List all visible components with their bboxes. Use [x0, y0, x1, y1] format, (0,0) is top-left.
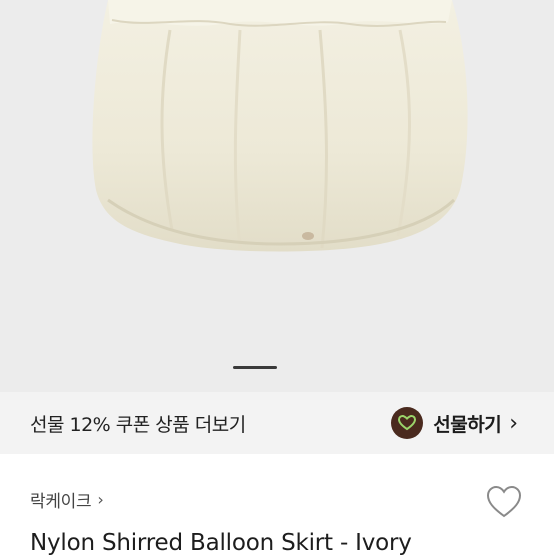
chevron-right-icon: ›: [509, 410, 518, 436]
heart-outline-icon: [486, 485, 522, 518]
store-link[interactable]: 락케이크 ›: [30, 487, 104, 512]
gift-heart-icon: [391, 407, 424, 439]
gift-coupon-bar[interactable]: 선물 12% 쿠폰 상품 더보기 선물하기 ›: [0, 392, 554, 454]
like-button[interactable]: [484, 482, 524, 522]
product-title: Nylon Shirred Balloon Skirt - Ivory: [30, 530, 412, 556]
chevron-right-icon: ›: [97, 490, 104, 509]
gift-button-label: 선물하기: [433, 413, 502, 436]
store-name: 락케이크: [30, 492, 92, 512]
product-image-carousel[interactable]: [0, 0, 554, 392]
gift-button[interactable]: 선물하기 ›: [391, 405, 518, 441]
carousel-page-indicator: [233, 366, 277, 369]
gift-coupon-text[interactable]: 선물 12% 쿠폰 상품 더보기: [30, 410, 246, 437]
product-image: [92, 0, 468, 252]
